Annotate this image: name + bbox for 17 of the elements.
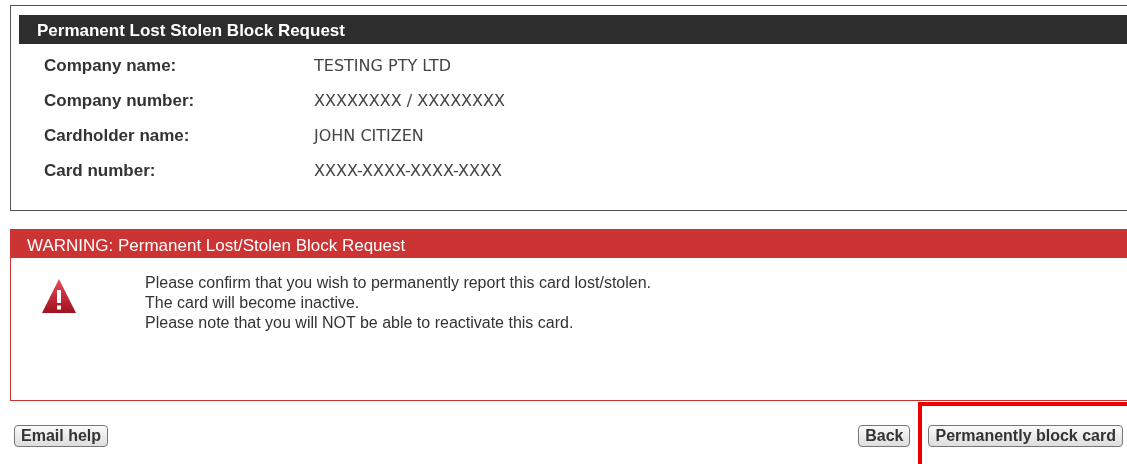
button[interactable]: Permanently block card xyxy=(928,425,1123,447)
field-value: XXXXXXXX / XXXXXXXX xyxy=(314,89,505,112)
warning-text: Please confirm that you wish to permanently report this card lost/stolen. xyxy=(145,273,651,293)
field-label: Card number: xyxy=(44,159,157,182)
field-label: Company number: xyxy=(44,89,196,112)
field-label: Cardholder name: xyxy=(44,124,191,147)
warning-text: The card will become inactive. xyxy=(145,293,361,313)
warning-title: WARNING: Permanent Lost/Stolen Block Request xyxy=(11,230,1127,258)
warning-icon xyxy=(41,278,77,314)
field-value: JOHN CITIZEN xyxy=(314,124,424,147)
button[interactable]: Back xyxy=(858,425,911,447)
button[interactable]: Email help xyxy=(14,425,109,447)
field-label: Company name: xyxy=(44,54,178,77)
warning-text: Please note that you will NOT be able to reactivate this card. xyxy=(145,313,575,333)
panel-title: Permanent Lost Stolen Block Request xyxy=(19,15,1127,44)
field-value: TESTING PTY LTD xyxy=(314,54,452,77)
field-value: XXXX-XXXX-XXXX-XXXX xyxy=(314,159,502,182)
